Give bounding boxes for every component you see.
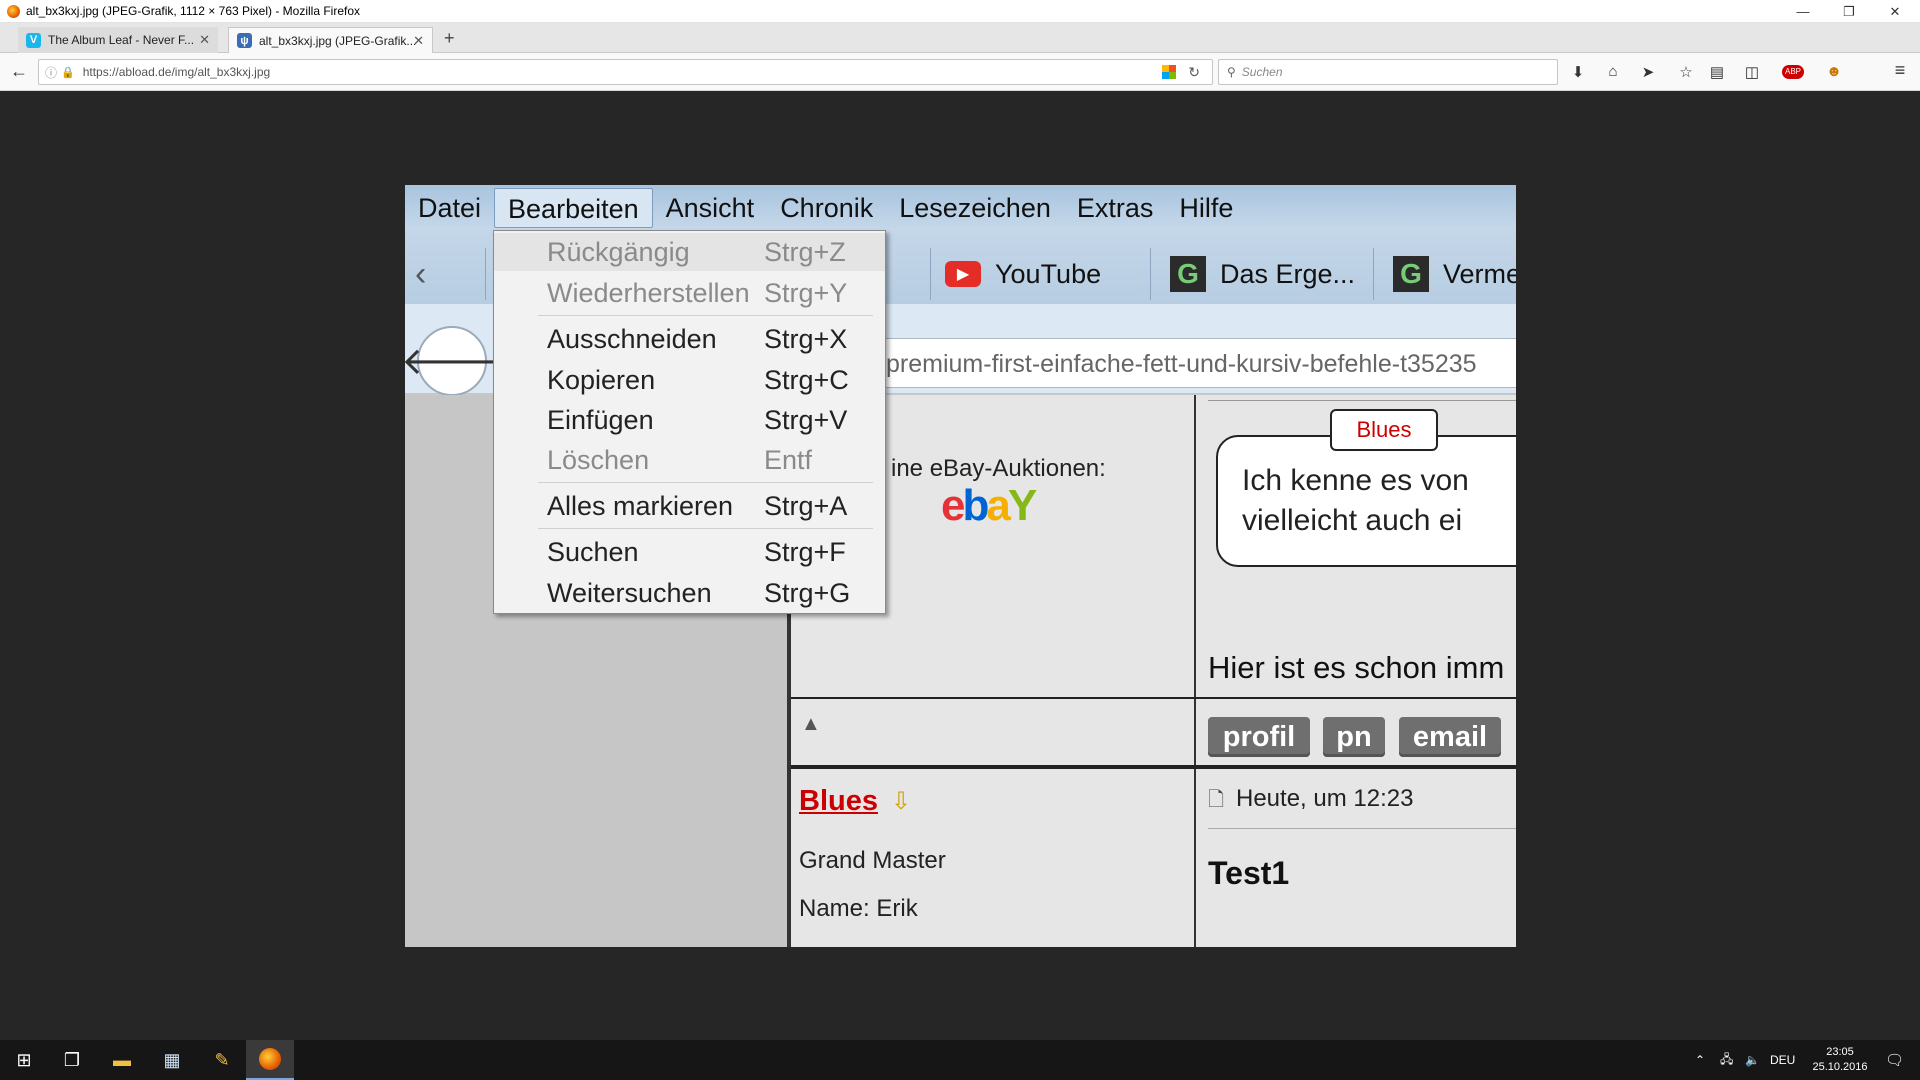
menu-item-copy: Kopieren Strg+C (547, 364, 849, 395)
bubble-tag: Blues (1330, 409, 1438, 451)
menu-chronik: Chronik (780, 192, 874, 223)
screenshot-back-icon: 🡐 (405, 326, 503, 396)
menu-item-redo: Wiederherstellen Strg+Y (547, 277, 848, 308)
addon-icon[interactable] (1162, 65, 1176, 79)
adblock-icon[interactable]: ABP (1782, 65, 1804, 79)
menu-item-select-all: Alles markieren Strg+A (547, 490, 848, 521)
menu-item-cut: Ausschneiden Strg+X (547, 323, 848, 354)
ebay-auctions-text: ine eBay-Auktionen: (891, 455, 1106, 482)
reader-icon[interactable]: ▤ (1707, 63, 1727, 81)
volume-icon[interactable]: 🔈 (1745, 1040, 1760, 1080)
info-icon[interactable]: ⓘ (45, 64, 57, 81)
menu-ansicht: Ansicht (665, 192, 755, 223)
up-arrow-icon: ▲ (801, 713, 821, 735)
windows-start-icon[interactable]: ⊞ (0, 1040, 48, 1080)
close-window-button[interactable]: ✕ (1872, 0, 1918, 23)
bookmark-star-icon[interactable]: ☆ (1676, 63, 1696, 81)
vimeo-icon: V (26, 32, 41, 48)
tab-verme: G Verme (1393, 254, 1516, 294)
firefox-taskbar-icon[interactable] (246, 1040, 294, 1080)
menu-item-undo: Rückgängig Strg+Z (494, 233, 885, 271)
g-site-icon: G (1170, 256, 1206, 292)
restore-button[interactable]: ❐ (1826, 0, 1872, 23)
pocket-icon[interactable]: ◫ (1742, 63, 1762, 81)
post-text: Hier ist es schon imm (1208, 650, 1505, 685)
app-icon[interactable]: ▦ (148, 1040, 196, 1080)
close-tab-icon[interactable]: ✕ (199, 32, 210, 48)
ebay-logo: ebaY (941, 481, 1037, 530)
menu-hilfe: Hilfe (1179, 192, 1234, 223)
menu-extras: Extras (1076, 192, 1154, 223)
screenshot-menubar: Datei Bearbeiten Ansicht Chronik Lesezei… (405, 185, 1516, 230)
tab-label: The Album Leaf - Never F... (48, 33, 195, 47)
tab-youtube: ▶ YouTube (945, 254, 1101, 294)
menu-lesezeichen: Lesezeichen (899, 192, 1051, 223)
search-bar[interactable]: ⚲ Suchen (1218, 59, 1558, 85)
firefox-icon (7, 4, 20, 18)
reload-icon[interactable]: ↻ (1188, 64, 1200, 81)
download-icon[interactable]: ⬇ (1568, 63, 1588, 81)
close-tab-icon[interactable]: ✕ (413, 33, 424, 49)
pn-button: pn (1323, 717, 1385, 757)
url-bar[interactable]: ⓘ 🔒 https://abload.de/img/alt_bx3kxj.jpg… (38, 59, 1213, 85)
clock[interactable]: 23:05 25.10.2016 (1810, 1040, 1870, 1080)
addon-face-icon[interactable]: ☻ (1824, 63, 1844, 80)
lock-icon: 🔒 (61, 66, 75, 79)
notification-icon[interactable]: 🗨 (1885, 1040, 1904, 1080)
displayed-image: Datei Bearbeiten Ansicht Chronik Lesezei… (405, 185, 1516, 947)
search-placeholder: Suchen (1241, 65, 1283, 79)
window-titlebar: alt_bx3kxj.jpg (JPEG-Grafik, 1112 × 763 … (0, 0, 1920, 23)
screenshot-post-column: Ich kenne es von vielleicht auch ei Blue… (1196, 395, 1516, 947)
youtube-icon: ▶ (945, 261, 981, 287)
bearbeiten-dropdown: Rückgängig Strg+Z Wiederherstellen Strg+Y … (493, 230, 886, 614)
file-explorer-icon[interactable]: ▬ (98, 1040, 146, 1080)
document-icon: 🗋 (1208, 789, 1225, 811)
profil-button: profil (1208, 717, 1310, 757)
network-icon[interactable]: 🖧 (1720, 1040, 1733, 1080)
menu-item-find: Suchen Strg+F (547, 536, 846, 567)
speech-bubble: Ich kenne es von vielleicht auch ei (1216, 435, 1516, 567)
page-viewport: Datei Bearbeiten Ansicht Chronik Lesezei… (0, 92, 1920, 1040)
user-name-link: Blues (799, 785, 878, 817)
task-view-icon[interactable]: ❐ (48, 1040, 96, 1080)
menu-datei: Datei (418, 192, 482, 223)
tray-chevron-icon[interactable]: ⌃ (1695, 1040, 1705, 1080)
arrow-down-icon: ⇩ (891, 788, 912, 815)
tab-das-ergebnis: G Das Erge... (1170, 254, 1355, 294)
windows-taskbar: ⊞ ❐ ▬ ▦ ✎ ⌃ 🖧 🔈 DEU 23:05 25.10.2016 🗨 (0, 1040, 1920, 1080)
user-rank: Grand Master (799, 847, 946, 874)
url-text[interactable]: https://abload.de/img/alt_bx3kxj.jpg (83, 65, 270, 79)
send-icon[interactable]: ➤ (1638, 63, 1658, 81)
post-title: Test1 (1208, 855, 1290, 891)
search-icon: ⚲ (1227, 65, 1236, 79)
language-indicator[interactable]: DEU (1770, 1040, 1795, 1080)
tab-image[interactable]: ψ alt_bx3kxj.jpg (JPEG-Grafik... ✕ (228, 27, 433, 53)
menu-item-paste: Einfügen Strg+V (547, 404, 848, 435)
menu-bearbeiten: Bearbeiten (494, 187, 653, 228)
email-button: email (1399, 717, 1501, 757)
home-icon[interactable]: ⌂ (1603, 63, 1623, 80)
tab-strip: V The Album Leaf - Never F... ✕ ψ alt_bx… (0, 23, 1920, 53)
tab-scroll-left-icon: ‹ (415, 254, 427, 293)
window-title: alt_bx3kxj.jpg (JPEG-Grafik, 1112 × 763 … (26, 4, 361, 18)
tool-icon[interactable]: ✎ (198, 1040, 246, 1080)
menu-hamburger-icon[interactable]: ≡ (1890, 60, 1910, 81)
menu-item-delete: Löschen Entf (547, 444, 813, 475)
navigation-bar: ← ⓘ 🔒 https://abload.de/img/alt_bx3kxj.j… (0, 53, 1920, 91)
menu-item-find-next: Weitersuchen Strg+G (547, 577, 851, 608)
tab-album-leaf[interactable]: V The Album Leaf - Never F... ✕ (18, 27, 218, 53)
minimize-button[interactable]: — (1780, 0, 1826, 23)
g-site-icon: G (1393, 256, 1429, 292)
abload-icon: ψ (237, 33, 252, 48)
new-tab-button[interactable]: + (444, 28, 455, 49)
tab-label: alt_bx3kxj.jpg (JPEG-Grafik... (259, 33, 417, 48)
post-time: Heute, um 12:23 (1236, 785, 1414, 812)
back-arrow-icon[interactable]: ← (9, 61, 29, 82)
user-realname: Name: Erik (799, 895, 918, 922)
